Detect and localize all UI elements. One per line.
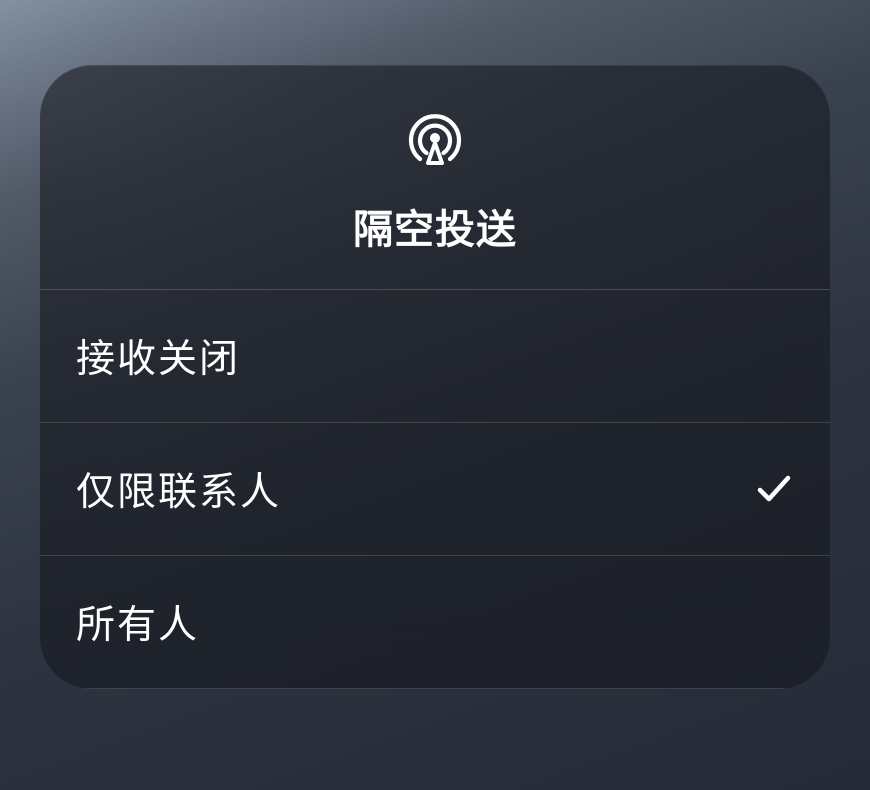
checkmark-icon xyxy=(754,469,794,509)
panel-header: 隔空投送 xyxy=(40,65,830,290)
option-label: 仅限联系人 xyxy=(76,461,281,517)
airdrop-icon xyxy=(403,105,467,169)
airdrop-panel: 隔空投送 接收关闭 仅限联系人 所有人 xyxy=(40,65,830,689)
option-label: 所有人 xyxy=(76,594,199,650)
option-label: 接收关闭 xyxy=(76,328,240,384)
panel-title: 隔空投送 xyxy=(353,197,517,255)
option-contacts-only[interactable]: 仅限联系人 xyxy=(40,423,830,556)
option-everyone[interactable]: 所有人 xyxy=(40,556,830,689)
option-receiving-off[interactable]: 接收关闭 xyxy=(40,290,830,423)
